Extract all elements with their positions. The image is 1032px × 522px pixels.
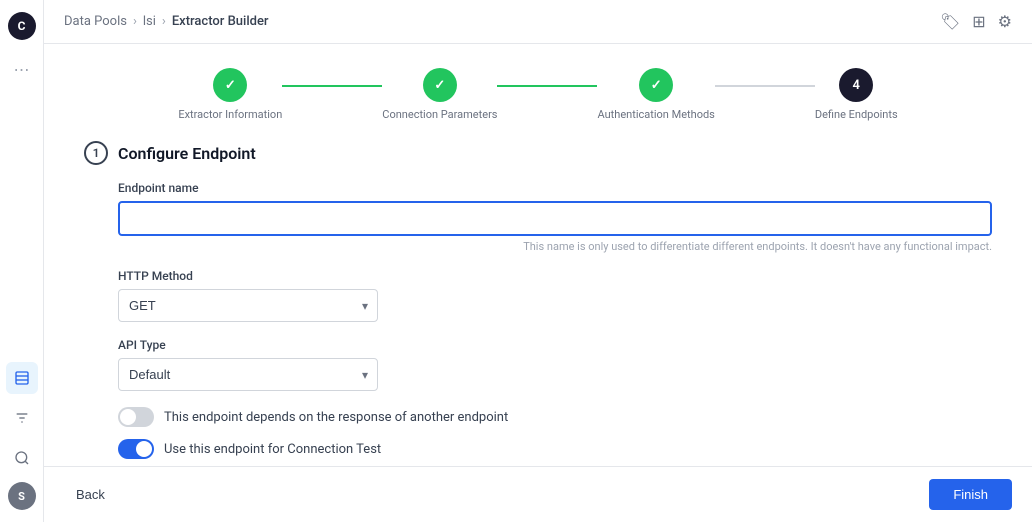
section-1-number: 1 — [84, 141, 108, 165]
step-3-label: Authentication Methods — [597, 108, 714, 121]
breadcrumb-data-pools[interactable]: Data Pools — [64, 14, 127, 29]
toggle-connection-knob — [136, 441, 152, 457]
app-logo: C — [8, 12, 36, 40]
api-type-group: API Type Default GraphQL REST ▾ — [118, 338, 992, 391]
step-1-circle: ✓ — [213, 68, 247, 102]
header: Data Pools › lsi › Extractor Builder 🏷 ⊞… — [44, 0, 1032, 44]
sidebar-icon-list[interactable] — [6, 362, 38, 394]
http-method-label: HTTP Method — [118, 269, 992, 283]
toggle-depends-label: This endpoint depends on the response of… — [164, 410, 508, 425]
grid-icon[interactable]: ⊞ — [972, 12, 985, 31]
step-connection-parameters: ✓ Connection Parameters — [382, 68, 497, 121]
step-2-label: Connection Parameters — [382, 108, 497, 121]
http-method-select-wrapper: GET POST PUT DELETE PATCH ▾ — [118, 289, 378, 322]
breadcrumb-current: Extractor Builder — [172, 14, 269, 29]
toggle-connection[interactable] — [118, 439, 154, 459]
toggle-depends-row: This endpoint depends on the response of… — [118, 407, 992, 427]
endpoint-name-hint: This name is only used to differentiate … — [118, 240, 992, 253]
step-3-circle: ✓ — [639, 68, 673, 102]
toggle-connection-label: Use this endpoint for Connection Test — [164, 442, 381, 457]
configure-endpoint-title: Configure Endpoint — [118, 144, 256, 163]
connector-3-4 — [715, 85, 815, 87]
toggle-connection-row: Use this endpoint for Connection Test — [118, 439, 992, 459]
api-type-select-wrapper: Default GraphQL REST ▾ — [118, 358, 378, 391]
user-avatar[interactable]: S — [8, 482, 36, 510]
back-button[interactable]: Back — [64, 479, 117, 510]
step-2-circle: ✓ — [423, 68, 457, 102]
step-4-label: Define Endpoints — [815, 108, 898, 121]
header-actions: 🏷 ⊞ ⚙ — [940, 12, 1012, 31]
endpoint-name-input[interactable] — [118, 201, 992, 236]
step-1-label: Extractor Information — [178, 108, 282, 121]
main-content: Data Pools › lsi › Extractor Builder 🏷 ⊞… — [44, 0, 1032, 522]
api-type-label: API Type — [118, 338, 992, 352]
step-define-endpoints: 4 Define Endpoints — [815, 68, 898, 121]
sidebar-menu-dots[interactable]: ⋯ — [14, 60, 30, 79]
sidebar-icon-filter[interactable] — [6, 402, 38, 434]
step-authentication-methods: ✓ Authentication Methods — [597, 68, 714, 121]
connector-1-2 — [282, 85, 382, 87]
configure-endpoint-header: 1 Configure Endpoint — [84, 141, 992, 165]
endpoint-name-group: Endpoint name This name is only used to … — [118, 181, 992, 253]
endpoint-name-label: Endpoint name — [118, 181, 992, 195]
finish-button[interactable]: Finish — [929, 479, 1012, 510]
breadcrumb-sep-2: › — [162, 14, 166, 29]
connector-2-3 — [497, 85, 597, 87]
step-extractor-information: ✓ Extractor Information — [178, 68, 282, 121]
breadcrumb: Data Pools › lsi › Extractor Builder — [64, 14, 269, 29]
footer: Back Finish — [44, 466, 1032, 522]
settings-icon[interactable]: ⚙ — [998, 12, 1012, 31]
toggle-depends[interactable] — [118, 407, 154, 427]
toggle-depends-knob — [120, 409, 136, 425]
breadcrumb-lsi[interactable]: lsi — [143, 14, 156, 29]
configure-endpoint-section: 1 Configure Endpoint Endpoint name This … — [84, 141, 992, 466]
http-method-group: HTTP Method GET POST PUT DELETE PATCH ▾ — [118, 269, 992, 322]
sidebar-icon-search[interactable] — [6, 442, 38, 474]
sidebar: C ⋯ S — [0, 0, 44, 522]
breadcrumb-sep-1: › — [133, 14, 137, 29]
api-type-select[interactable]: Default GraphQL REST — [118, 358, 378, 391]
step-4-circle: 4 — [839, 68, 873, 102]
http-method-select[interactable]: GET POST PUT DELETE PATCH — [118, 289, 378, 322]
tag-icon[interactable]: 🏷 — [940, 12, 960, 31]
content-area: 1 Configure Endpoint Endpoint name This … — [44, 141, 1032, 466]
stepper: ✓ Extractor Information ✓ Connection Par… — [44, 44, 1032, 141]
